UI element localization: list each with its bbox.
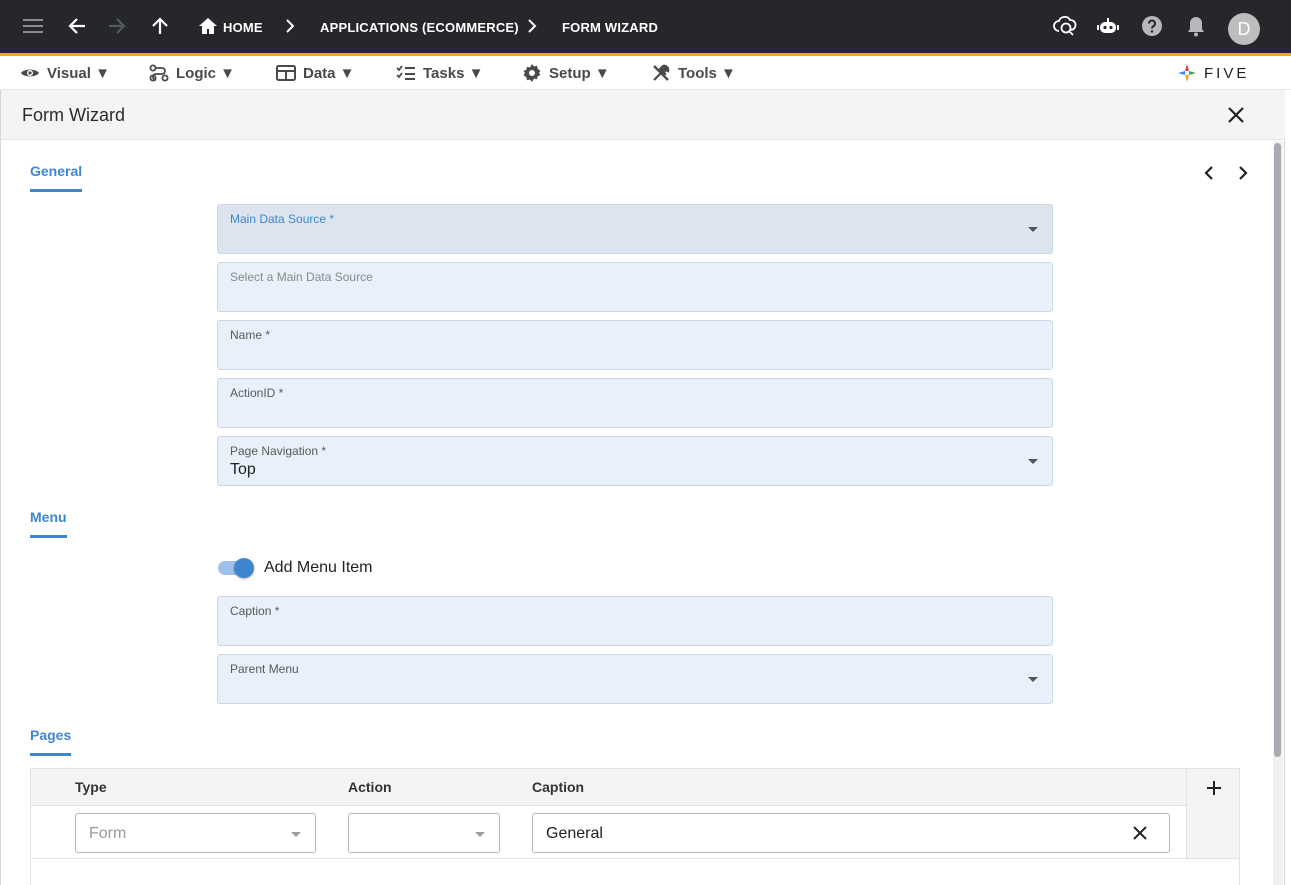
close-icon bbox=[1228, 107, 1244, 123]
add-column bbox=[1186, 769, 1239, 859]
dropdown-caret-icon bbox=[475, 832, 485, 837]
page-navigation-label: Page Navigation * bbox=[230, 444, 327, 458]
next-page-button[interactable] bbox=[1234, 164, 1252, 182]
top-app-bar: HOME APPLICATIONS (ECOMMERCE) FORM WIZAR… bbox=[0, 0, 1291, 56]
menu-tasks-label: Tasks ▼ bbox=[423, 64, 484, 82]
main-data-source-hint-field: Select a Main Data Source bbox=[217, 262, 1053, 312]
caption-field[interactable]: Caption * bbox=[217, 596, 1053, 646]
home-icon[interactable] bbox=[196, 14, 220, 38]
dropdown-caret-icon bbox=[1028, 459, 1038, 464]
chevron-right-icon bbox=[1239, 166, 1248, 180]
robot-assistant-icon[interactable] bbox=[1096, 14, 1120, 38]
cloud-check-icon[interactable] bbox=[1053, 14, 1077, 38]
forward-arrow-icon bbox=[105, 14, 129, 38]
eye-icon bbox=[21, 69, 39, 77]
five-logo-mark-icon bbox=[1178, 64, 1196, 82]
close-button[interactable] bbox=[1225, 104, 1247, 126]
caption-input-value: General bbox=[546, 825, 603, 842]
page-title: Form Wizard bbox=[22, 105, 125, 125]
main-menu-bar: Visual ▼ Logic ▼ Data ▼ Tasks ▼ Setup ▼ … bbox=[0, 56, 1291, 90]
breadcrumb-home[interactable]: HOME bbox=[223, 20, 263, 35]
add-page-button[interactable] bbox=[1203, 777, 1225, 799]
column-header-type: Type bbox=[75, 779, 107, 795]
menu-data[interactable]: Data ▼ bbox=[276, 62, 355, 84]
five-logo: FIVE bbox=[1176, 60, 1268, 86]
five-logo-text: FIVE bbox=[1204, 64, 1250, 82]
menu-data-label: Data ▼ bbox=[303, 64, 355, 82]
pages-table-header: Type Action Caption bbox=[31, 769, 1239, 806]
main-data-source-label: Main Data Source * bbox=[230, 212, 335, 226]
clear-caption-button[interactable] bbox=[1133, 826, 1147, 845]
menu-visual-label: Visual ▼ bbox=[47, 64, 110, 82]
page-navigation-value: Top bbox=[230, 461, 256, 478]
breadcrumb-form-wizard: FORM WIZARD bbox=[562, 20, 659, 35]
column-header-action: Action bbox=[348, 779, 392, 795]
actionid-field[interactable]: ActionID * bbox=[217, 378, 1053, 428]
caption-label: Caption * bbox=[230, 604, 280, 618]
type-placeholder: Form bbox=[89, 825, 127, 842]
menu-logic-label: Logic ▼ bbox=[176, 64, 236, 82]
gear-icon bbox=[523, 64, 541, 82]
menu-visual[interactable]: Visual ▼ bbox=[20, 62, 110, 84]
checklist-icon bbox=[396, 65, 415, 80]
chevron-left-icon bbox=[1204, 166, 1213, 180]
scrollbar-thumb[interactable] bbox=[1274, 143, 1281, 757]
chevron-right-icon bbox=[520, 14, 544, 38]
pages-table: Type Action Caption Form General bbox=[30, 768, 1240, 885]
main-data-source-hint: Select a Main Data Source bbox=[230, 270, 373, 284]
add-menu-item-label: Add Menu Item bbox=[264, 559, 373, 576]
back-arrow-icon[interactable] bbox=[65, 14, 89, 38]
menu-tasks[interactable]: Tasks ▼ bbox=[396, 62, 483, 84]
main-data-source-select[interactable]: Main Data Source * bbox=[217, 204, 1053, 254]
help-icon[interactable] bbox=[1140, 14, 1164, 38]
add-menu-item-toggle[interactable] bbox=[218, 558, 254, 578]
name-field[interactable]: Name * bbox=[217, 320, 1053, 370]
page-navigation-select[interactable]: Page Navigation * Top bbox=[217, 436, 1053, 486]
section-pages: Pages bbox=[30, 727, 72, 756]
breadcrumb-applications[interactable]: APPLICATIONS (ECOMMERCE) bbox=[320, 20, 519, 35]
table-grid-icon bbox=[276, 65, 296, 81]
row-divider bbox=[31, 858, 1239, 859]
section-menu: Menu bbox=[30, 509, 67, 538]
flow-logic-icon bbox=[149, 64, 169, 82]
parent-menu-select[interactable]: Parent Menu bbox=[217, 654, 1053, 704]
clear-icon bbox=[1133, 826, 1147, 840]
section-general: General bbox=[30, 163, 83, 192]
column-header-caption: Caption bbox=[532, 779, 585, 795]
panel-header: Form Wizard bbox=[1, 90, 1285, 140]
up-arrow-icon[interactable] bbox=[148, 14, 172, 38]
menu-setup-label: Setup ▼ bbox=[549, 64, 610, 82]
user-avatar[interactable]: D bbox=[1228, 13, 1260, 45]
name-label: Name * bbox=[230, 328, 271, 342]
dropdown-caret-icon bbox=[1028, 677, 1038, 682]
previous-page-button[interactable] bbox=[1200, 164, 1218, 182]
plus-icon bbox=[1207, 781, 1221, 795]
menu-tools[interactable]: Tools ▼ bbox=[651, 62, 736, 84]
menu-logic[interactable]: Logic ▼ bbox=[149, 62, 235, 84]
menu-setup[interactable]: Setup ▼ bbox=[522, 62, 610, 84]
menu-tools-label: Tools ▼ bbox=[678, 64, 736, 82]
actionid-label: ActionID * bbox=[230, 386, 284, 400]
caption-input[interactable]: General bbox=[532, 813, 1170, 853]
bell-notification-icon[interactable] bbox=[1184, 14, 1208, 38]
dropdown-caret-icon bbox=[1028, 227, 1038, 232]
tools-wrench-icon bbox=[653, 64, 670, 81]
dropdown-caret-icon bbox=[291, 832, 301, 837]
parent-menu-label: Parent Menu bbox=[230, 662, 299, 676]
action-select[interactable] bbox=[348, 813, 500, 853]
type-select[interactable]: Form bbox=[75, 813, 316, 853]
hamburger-menu-icon[interactable] bbox=[21, 14, 45, 38]
toggle-knob bbox=[234, 558, 254, 578]
chevron-right-icon bbox=[278, 14, 302, 38]
